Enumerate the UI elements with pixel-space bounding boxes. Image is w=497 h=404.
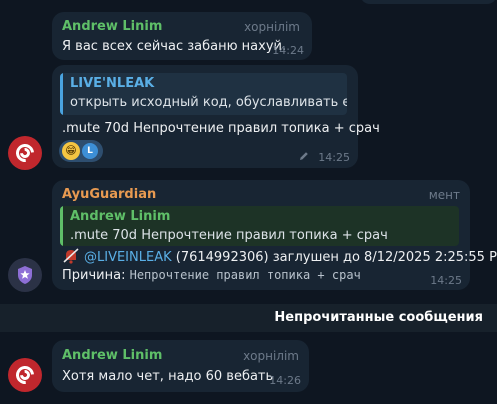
shield-icon	[18, 266, 32, 284]
reply-quote[interactable]: Andrew Linim .mute 70d Непрочтение прави…	[60, 206, 459, 246]
message-time: 14:26	[269, 374, 301, 387]
reason-label: Причина:	[62, 268, 126, 283]
reply-sender: LIVE'NLEAK	[70, 76, 155, 91]
message-text: .mute 70d Непрочтение правил топика + ср…	[62, 121, 380, 136]
message-bubble[interactable]: Andrew Linim хорнiлim Хотя мало чет, над…	[52, 340, 309, 392]
mute-details: (7614992306) заглушен до 8/12/2025 2:25:…	[171, 250, 497, 265]
reply-bar	[60, 206, 63, 246]
unread-divider: Непрочитанные сообщения	[0, 304, 497, 332]
reason-text: Непрочтение правил топика + срач	[129, 268, 361, 282]
message-time: 14:24	[272, 44, 304, 57]
message-bubble[interactable]: LIVE'NLEAK открыть исходный код, обуслав…	[52, 65, 380, 168]
reply-bar	[60, 73, 63, 115]
reply-sender: Andrew Linim	[70, 209, 171, 224]
reply-text: открыть исходный код, обуславливать ег..…	[70, 95, 347, 110]
user-mention-link[interactable]: @LIVEINLEAK	[84, 250, 172, 265]
message-time: 14:25	[430, 274, 462, 287]
message-text: Я вас всех сейчас забаню нахуй.	[62, 39, 287, 54]
avatar[interactable]	[8, 358, 42, 392]
sender-name[interactable]: Andrew Linim	[62, 348, 162, 363]
message-time: 14:25	[318, 151, 350, 164]
pencil-icon	[300, 152, 308, 160]
reply-quote[interactable]: LIVE'NLEAK открыть исходный код, обуслав…	[60, 73, 347, 115]
unread-divider-label: Непрочитанные сообщения	[274, 310, 483, 325]
reply-text: .mute 70d Непрочтение правил топика + ср…	[70, 228, 388, 243]
sender-role: хорнiлim	[244, 20, 300, 34]
reactor-avatar: L	[82, 143, 98, 159]
sender-role: хорнiлim	[243, 349, 299, 363]
reaction-chip[interactable]: 😁 L	[59, 140, 103, 162]
grin-emoji-icon: 😁	[62, 142, 80, 160]
sender-name[interactable]: AyuGuardian	[62, 187, 156, 202]
mute-notice: @LIVEINLEAK (7614992306) заглушен до 8/1…	[84, 250, 497, 265]
previous-message-stub	[360, 0, 497, 4]
mute-reason: Причина: Непрочтение правил топика + сра…	[62, 268, 361, 283]
avatar[interactable]	[8, 258, 42, 292]
message-bubble[interactable]: Andrew Linim хорнiлim Я вас всех сейчас …	[52, 12, 312, 60]
sender-name[interactable]: Andrew Linim	[62, 19, 162, 34]
avatar[interactable]	[8, 136, 42, 170]
message-bubble[interactable]: AyuGuardian мент Andrew Linim .mute 70d …	[52, 180, 497, 290]
muted-bell-icon	[63, 248, 79, 264]
sender-role: мент	[428, 188, 460, 202]
message-text: Хотя мало чет, надо 60 вебать	[62, 369, 274, 384]
